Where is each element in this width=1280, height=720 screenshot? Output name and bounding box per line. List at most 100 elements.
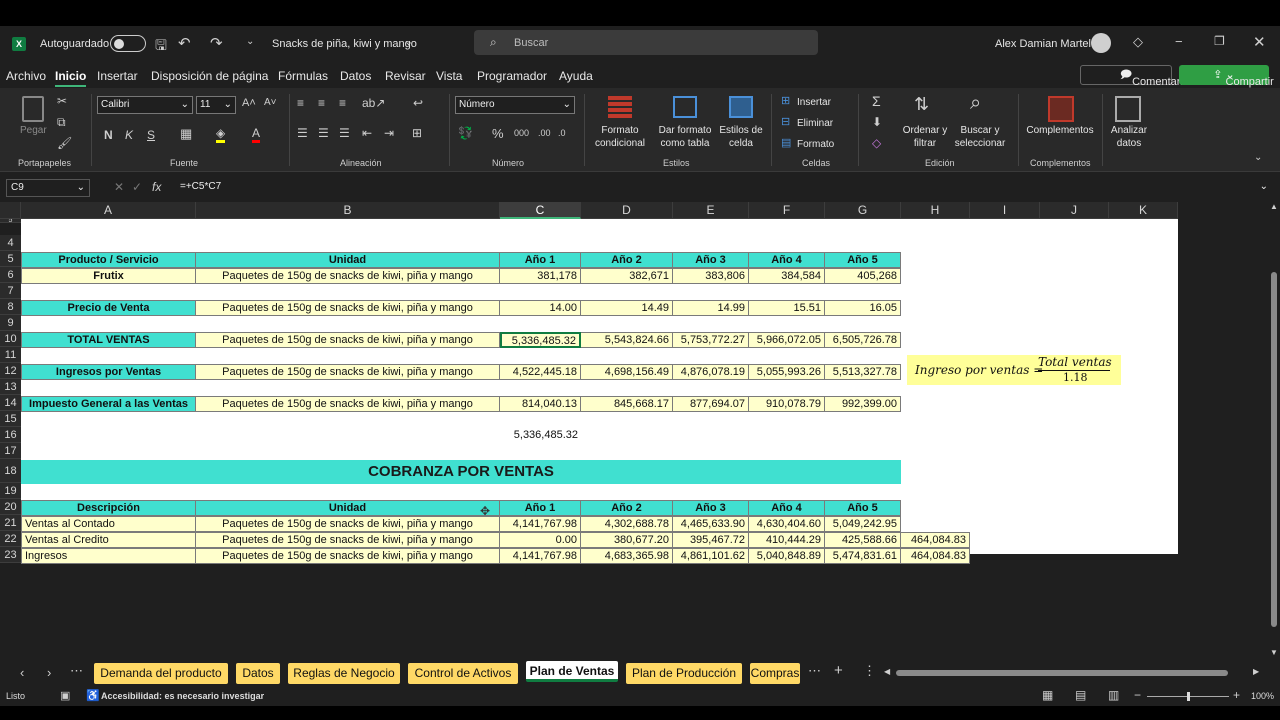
- zoom-in-icon[interactable]: +: [1233, 688, 1240, 702]
- row-header[interactable]: 7: [0, 283, 21, 299]
- sheet-tab-datos[interactable]: Datos: [236, 663, 280, 684]
- delete-cells-button[interactable]: Eliminar: [797, 117, 833, 130]
- wrap-text-icon[interactable]: ↩: [413, 96, 423, 110]
- cell-f20[interactable]: 4,630,404.60: [749, 516, 825, 532]
- table-format-button[interactable]: Dar formato como tabla: [655, 124, 715, 150]
- row-header[interactable]: 14: [0, 395, 21, 411]
- sheet-tab-plan-produccion[interactable]: Plan de Producción: [626, 663, 742, 684]
- scroll-down-icon[interactable]: ▼: [1270, 648, 1278, 657]
- cell-c13[interactable]: 814,040.13: [500, 396, 581, 412]
- cell-e19[interactable]: Año 3: [673, 500, 749, 516]
- close-icon[interactable]: ✕: [1253, 33, 1266, 51]
- conditional-format-button[interactable]: Formato condicional: [588, 124, 652, 150]
- avatar[interactable]: [1091, 33, 1111, 53]
- row-header[interactable]: 15: [0, 411, 21, 427]
- column-header-b[interactable]: B: [196, 202, 500, 219]
- restore-icon[interactable]: ❐: [1214, 34, 1225, 48]
- more-sheets-icon[interactable]: ⋯: [70, 663, 83, 679]
- tab-revisar[interactable]: Revisar: [385, 69, 426, 83]
- column-header-j[interactable]: J: [1040, 202, 1109, 219]
- cell-b19[interactable]: Unidad: [196, 500, 500, 516]
- merge-icon[interactable]: ⊞: [412, 126, 422, 140]
- tab-disposicion[interactable]: Disposición de página: [151, 69, 268, 83]
- search-box[interactable]: ⌕ Buscar: [474, 30, 818, 55]
- cell-styles-icon[interactable]: [729, 96, 753, 118]
- cell-g20[interactable]: 5,049,242.95: [825, 516, 901, 532]
- indent-icon[interactable]: ⇤: [362, 126, 372, 140]
- cell-g22[interactable]: 5,474,831.61: [825, 548, 901, 564]
- grow-font-icon[interactable]: A˄: [242, 97, 256, 109]
- minimize-icon[interactable]: −: [1175, 34, 1183, 49]
- page-break-icon[interactable]: ▥: [1108, 688, 1119, 702]
- row-header[interactable]: 16: [0, 427, 21, 443]
- row-header[interactable]: 9: [0, 315, 21, 331]
- insert-cells-icon[interactable]: ⊞: [781, 94, 790, 107]
- row-header[interactable]: 20: [0, 499, 21, 515]
- cell-d19[interactable]: Año 2: [581, 500, 673, 516]
- zoom-slider[interactable]: [1147, 692, 1229, 701]
- sheet-tab-demanda[interactable]: Demanda del producto: [94, 663, 228, 684]
- tab-archivo[interactable]: Archivo: [6, 69, 46, 83]
- outdent-icon[interactable]: ⇥: [384, 126, 394, 140]
- sort-filter-button[interactable]: Ordenar y filtrar: [900, 124, 950, 150]
- hscroll-left-icon[interactable]: ◀: [884, 667, 890, 676]
- cell-b4[interactable]: Unidad: [196, 252, 500, 268]
- cell-c19[interactable]: Año 1: [500, 500, 581, 516]
- cell-a9[interactable]: TOTAL VENTAS: [21, 332, 196, 348]
- cell-a4[interactable]: Producto / Servicio: [21, 252, 196, 268]
- cell-d20[interactable]: 4,302,688.78: [581, 516, 673, 532]
- cell-a5[interactable]: Frutix: [21, 268, 196, 284]
- row-header[interactable]: 5: [0, 219, 21, 223]
- cell-g19[interactable]: Año 5: [825, 500, 901, 516]
- find-select-icon[interactable]: ⌕: [970, 92, 981, 115]
- row-header[interactable]: 10: [0, 331, 21, 347]
- insert-function-icon[interactable]: fx: [152, 180, 161, 194]
- cell-f5[interactable]: 384,584: [749, 268, 825, 284]
- cell-g4[interactable]: Año 5: [825, 252, 901, 268]
- tab-datos[interactable]: Datos: [340, 69, 371, 83]
- cell-b5[interactable]: Paquetes de 150g de snacks de kiwi, piña…: [196, 268, 500, 284]
- tab-options-icon[interactable]: ⋮: [863, 663, 876, 679]
- cell-b20[interactable]: Paquetes de 150g de snacks de kiwi, piña…: [196, 516, 500, 532]
- cell-b9[interactable]: Paquetes de 150g de snacks de kiwi, piña…: [196, 332, 500, 348]
- cell-b7[interactable]: Paquetes de 150g de snacks de kiwi, piña…: [196, 300, 500, 316]
- cell-b22[interactable]: Paquetes de 150g de snacks de kiwi, piña…: [196, 548, 500, 564]
- add-sheet-icon[interactable]: +: [834, 662, 843, 679]
- cell-f13[interactable]: 910,078.79: [749, 396, 825, 412]
- clear-icon[interactable]: ◇: [872, 136, 881, 150]
- scroll-up-icon[interactable]: ▲: [1270, 202, 1278, 211]
- row-header[interactable]: 22: [0, 531, 21, 547]
- align-middle-icon[interactable]: ≡: [318, 96, 325, 110]
- cell-h21[interactable]: 464,084.83: [901, 532, 970, 548]
- accessibility-status[interactable]: Accesibilidad: es necesario investigar: [101, 691, 264, 701]
- cell-a11[interactable]: Ingresos por Ventas: [21, 364, 196, 380]
- next-sheet-icon[interactable]: ›: [47, 665, 51, 680]
- column-header-h[interactable]: H: [901, 202, 970, 219]
- cell-c15[interactable]: 5,336,485.32: [500, 428, 581, 444]
- select-all-corner[interactable]: [0, 202, 21, 219]
- cell-d7[interactable]: 14.49: [581, 300, 673, 316]
- horizontal-scroll-thumb[interactable]: [896, 670, 1228, 676]
- zoom-out-icon[interactable]: −: [1134, 688, 1141, 702]
- undo-icon[interactable]: ↶: [178, 34, 191, 52]
- analyze-data-icon[interactable]: [1115, 96, 1141, 122]
- percent-icon[interactable]: %: [492, 126, 504, 141]
- sort-filter-icon[interactable]: ⇅: [914, 94, 929, 115]
- addins-button[interactable]: Complementos: [1024, 124, 1096, 137]
- cell-f22[interactable]: 5,040,848.89: [749, 548, 825, 564]
- collapse-ribbon-icon[interactable]: ⌄: [1254, 152, 1262, 163]
- cell-e7[interactable]: 14.99: [673, 300, 749, 316]
- underline-icon[interactable]: S: [147, 128, 155, 142]
- align-bottom-icon[interactable]: ≡: [339, 96, 346, 110]
- cell-g11[interactable]: 5,513,327.78: [825, 364, 901, 380]
- column-header-e[interactable]: E: [673, 202, 749, 219]
- cell-c9-selected[interactable]: 5,336,485.32: [500, 332, 581, 348]
- tab-ayuda[interactable]: Ayuda: [559, 69, 593, 83]
- italic-icon[interactable]: K: [125, 128, 133, 142]
- redo-icon[interactable]: ↷: [210, 34, 223, 52]
- cell-e22[interactable]: 4,861,101.62: [673, 548, 749, 564]
- font-name-select[interactable]: Calibri ⌄: [97, 96, 193, 114]
- fill-color-icon[interactable]: ◈: [216, 126, 226, 143]
- column-header-i[interactable]: I: [970, 202, 1040, 219]
- name-box[interactable]: C9 ⌄: [6, 179, 90, 197]
